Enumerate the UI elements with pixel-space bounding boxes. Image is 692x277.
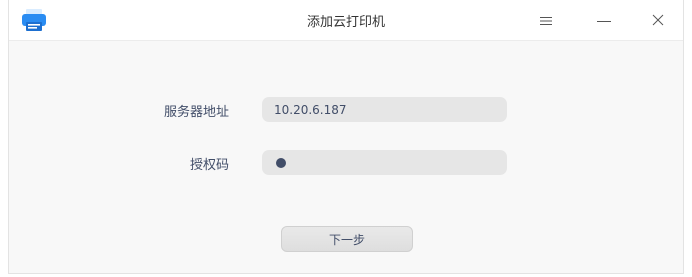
titlebar: 添加云打印机 — [9, 0, 683, 41]
menu-button[interactable] — [531, 6, 561, 34]
minimize-icon — [597, 11, 611, 30]
server-address-label: 服务器地址 — [163, 105, 229, 120]
server-address-value: 10.20.6.187 — [274, 102, 347, 117]
next-button-label: 下一步 — [328, 232, 365, 247]
auth-code-input[interactable] — [262, 150, 507, 175]
hamburger-menu-icon — [540, 11, 552, 30]
auth-code-label: 授权码 — [189, 158, 229, 173]
minimize-button[interactable] — [589, 6, 619, 34]
add-cloud-printer-dialog: 添加云打印机 服务器地址 10.20.6.187 授权码 下一步 — [8, 0, 684, 274]
next-button[interactable]: 下一步 — [281, 226, 413, 252]
window-title: 添加云打印机 — [306, 15, 385, 30]
password-mask-dot — [276, 157, 286, 168]
close-icon — [652, 11, 664, 30]
close-button[interactable] — [643, 6, 673, 34]
server-address-input[interactable]: 10.20.6.187 — [262, 97, 507, 122]
